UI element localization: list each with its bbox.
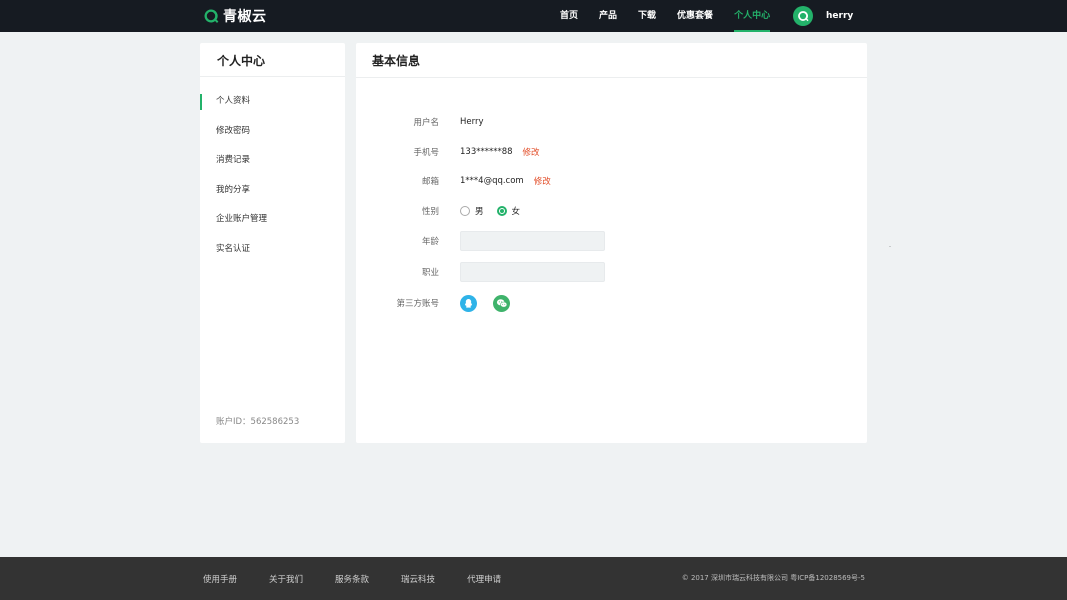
nav-products[interactable]: 产品 [599, 0, 617, 32]
email-label: 邮箱 [421, 177, 439, 187]
sidebar-item-enterprise[interactable]: 企业账户管理 [200, 205, 345, 235]
username-label: 用户名 [413, 118, 439, 128]
gender-radio-group: 男 女 [460, 205, 533, 217]
sidebar-menu: 个人资料 修改密码 消费记录 我的分享 企业账户管理 实名认证 [200, 77, 345, 265]
edit-email-link[interactable]: 修改 [534, 175, 551, 187]
account-id: 账户ID：562586253 [216, 417, 300, 427]
footer-link-about[interactable]: 关于我们 [269, 573, 303, 585]
sidebar-item-billing[interactable]: 消费记录 [200, 146, 345, 176]
avatar-logo-icon [798, 11, 809, 22]
footer-link-agent[interactable]: 代理申请 [467, 573, 501, 585]
username-value: Herry [460, 117, 484, 127]
footer-link-company[interactable]: 瑞云科技 [401, 573, 435, 585]
phone-label: 手机号 [413, 148, 439, 158]
phone-value: 133******88 [460, 147, 513, 157]
username-row: 用户名 Herry [356, 112, 867, 132]
sidebar-item-share[interactable]: 我的分享 [200, 176, 345, 206]
brand-name: 青椒云 [223, 9, 267, 25]
third-party-accounts [460, 294, 510, 312]
sidebar-title: 个人中心 [200, 43, 345, 77]
nav-packages[interactable]: 优惠套餐 [677, 0, 713, 32]
main-nav: 首页 产品 下载 优惠套餐 个人中心 [560, 0, 791, 32]
wechat-icon[interactable] [493, 294, 510, 312]
sidebar: 个人中心 个人资料 修改密码 消费记录 我的分享 企业账户管理 实名认证 账户I… [200, 43, 345, 443]
footer-link-manual[interactable]: 使用手册 [203, 573, 237, 585]
footer: 使用手册 关于我们 服务条款 瑞云科技 代理申请 © 2017 深圳市瑞云科技有… [0, 557, 1067, 600]
avatar[interactable] [793, 6, 813, 26]
sidebar-item-verification[interactable]: 实名认证 [200, 235, 345, 265]
panel-title: 基本信息 [356, 43, 867, 78]
phone-row: 手机号 133******88 修改 [356, 142, 867, 162]
third-party-row: 第三方账号 [356, 293, 867, 313]
email-row: 邮箱 1***4@qq.com 修改 [356, 171, 867, 191]
brand-logo[interactable]: 青椒云 [203, 7, 267, 25]
gender-female-label[interactable]: 女 [512, 205, 521, 217]
footer-link-terms[interactable]: 服务条款 [335, 573, 369, 585]
nav-home[interactable]: 首页 [560, 0, 578, 32]
brand-logo-icon [204, 9, 219, 23]
header-username[interactable]: herry [826, 0, 853, 32]
gender-male-radio[interactable] [460, 206, 470, 216]
age-row: 年龄 [356, 231, 867, 251]
gender-female-radio[interactable] [496, 206, 507, 216]
age-label: 年龄 [421, 237, 439, 247]
third-party-label: 第三方账号 [396, 299, 439, 309]
decorative-dot [889, 246, 891, 247]
sidebar-item-profile[interactable]: 个人资料 [200, 87, 345, 117]
sidebar-item-change-password[interactable]: 修改密码 [200, 117, 345, 147]
nav-download[interactable]: 下载 [638, 0, 656, 32]
job-label: 职业 [421, 268, 439, 278]
email-value: 1***4@qq.com [460, 176, 524, 186]
basic-info-panel: 基本信息 用户名 Herry 手机号 133******88 修改 邮箱 1**… [356, 43, 867, 443]
qq-icon[interactable] [460, 294, 477, 312]
gender-male-label[interactable]: 男 [475, 205, 484, 217]
age-input[interactable] [460, 231, 605, 251]
job-input[interactable] [460, 262, 605, 282]
footer-links: 使用手册 关于我们 服务条款 瑞云科技 代理申请 [203, 557, 533, 600]
gender-row: 性别 男 女 [356, 201, 867, 221]
top-navbar: 青椒云 首页 产品 下载 优惠套餐 个人中心 herry [0, 0, 1067, 32]
nav-user-center[interactable]: 个人中心 [734, 0, 771, 32]
edit-phone-link[interactable]: 修改 [523, 146, 540, 158]
copyright-text: © 2017 深圳市瑞云科技有限公司 粤ICP备12028569号-5 [681, 574, 865, 582]
gender-label: 性别 [421, 207, 439, 217]
job-row: 职业 [356, 262, 867, 282]
